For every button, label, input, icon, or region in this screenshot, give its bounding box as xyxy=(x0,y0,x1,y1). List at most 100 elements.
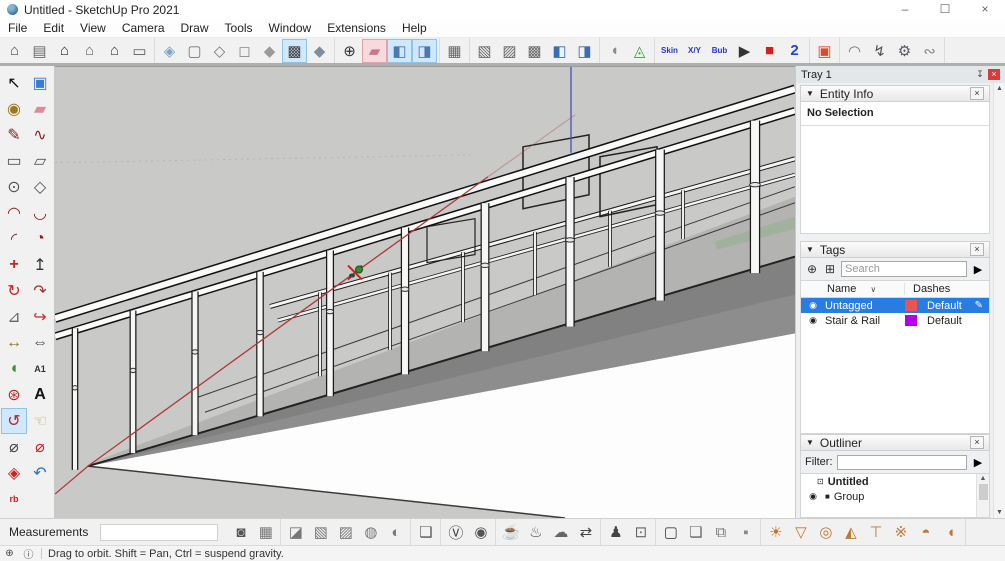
rotate-tool-icon[interactable]: ↻ xyxy=(1,278,27,304)
menu-help[interactable]: Help xyxy=(394,19,435,37)
outliner-close-button[interactable]: × xyxy=(970,436,984,449)
push-pull-tool-icon[interactable]: ↥ xyxy=(27,252,53,278)
red-box-icon[interactable]: ▣ xyxy=(812,39,837,63)
pan-tool-icon[interactable]: ☜ xyxy=(27,408,53,434)
outliner-details-icon[interactable]: ▶ xyxy=(971,456,985,469)
split-square-icon[interactable]: ◪ xyxy=(283,520,308,544)
displacement-cube-icon[interactable]: ▦ xyxy=(253,520,278,544)
menu-window[interactable]: Window xyxy=(261,19,320,37)
tag-row[interactable]: ◉ Stair & Rail Default xyxy=(801,313,989,328)
cube-tool-2-icon[interactable]: ▨ xyxy=(497,39,522,63)
tag-row[interactable]: ◉ Untagged Default ✎ xyxy=(801,298,989,313)
outliner-scrollbar[interactable]: ▲ xyxy=(976,474,989,517)
scroll-up-icon[interactable]: ▲ xyxy=(996,85,1003,92)
monochrome-style-icon[interactable]: ◆ xyxy=(307,39,332,63)
tags-table-header[interactable]: Name ∨ Dashes xyxy=(800,281,990,298)
offset-tool-icon[interactable]: ↪ xyxy=(27,304,53,330)
back-view-icon[interactable]: ⌂ xyxy=(102,39,127,63)
half-sphere-icon[interactable]: ◐ xyxy=(383,520,408,544)
curviloft-icon[interactable]: ◠ xyxy=(842,39,867,63)
component-cube-icon[interactable]: ▦ xyxy=(442,39,467,63)
tape-measure-tool-icon[interactable]: ↔ xyxy=(1,330,27,356)
circle-tool-icon[interactable]: ⊙ xyxy=(1,174,27,200)
outliner-header[interactable]: ▼ Outliner × xyxy=(800,434,990,451)
arc-tool-icon[interactable]: ◠ xyxy=(1,200,27,226)
pie-tool-icon[interactable]: ◔ xyxy=(27,226,53,252)
outliner-item[interactable]: ◉ ■ Group xyxy=(801,489,989,504)
line-tool-icon[interactable]: ✎ xyxy=(1,122,27,148)
vray-asset-editor-icon[interactable]: Ⓥ xyxy=(443,520,468,544)
show-axes-icon[interactable]: ⊕ xyxy=(337,39,362,63)
measurements-input[interactable] xyxy=(100,523,219,541)
ies-light-icon[interactable]: ⊤ xyxy=(863,520,888,544)
play-icon[interactable]: ▶ xyxy=(732,39,757,63)
rb-plugin-tool-icon[interactable]: rb xyxy=(1,486,27,512)
sun-light-icon[interactable]: ☀ xyxy=(763,520,788,544)
section-cuts-icon[interactable]: ◧ xyxy=(387,38,412,63)
tags-close-button[interactable]: × xyxy=(970,243,984,256)
orbit-tool-icon[interactable]: ↺ xyxy=(1,408,27,434)
make-component-tool-icon[interactable]: ▣ xyxy=(27,70,53,96)
point-light-icon[interactable]: ※ xyxy=(888,520,913,544)
axes-tool-icon[interactable]: ⊛ xyxy=(1,382,27,408)
interactive-render-icon[interactable]: ♨ xyxy=(523,520,548,544)
batch-render-icon[interactable]: ♟ xyxy=(603,520,628,544)
zigzag-icon[interactable]: ↯ xyxy=(867,39,892,63)
stop-icon[interactable]: ■ xyxy=(757,39,782,63)
spot-light-icon[interactable]: ▽ xyxy=(788,520,813,544)
bubble-tool-icon[interactable]: Bub xyxy=(707,39,732,63)
tags-column-name[interactable]: Name xyxy=(827,283,856,295)
section-fill-icon[interactable]: ◨ xyxy=(412,38,437,63)
previous-view-tool-icon[interactable]: ↶ xyxy=(27,460,53,486)
shaded-textures-style-icon[interactable]: ▩ xyxy=(282,38,307,63)
zoom-tool-icon[interactable]: ⌀ xyxy=(1,434,27,460)
shell-icon[interactable]: ◖ xyxy=(602,39,627,63)
freehand-tool-icon[interactable]: ∿ xyxy=(27,122,53,148)
close-tray-button[interactable]: × xyxy=(988,69,1000,80)
edit-pencil-icon[interactable]: ✎ xyxy=(975,300,983,311)
menu-edit[interactable]: Edit xyxy=(35,19,72,37)
cube-tool-3-icon[interactable]: ▩ xyxy=(522,39,547,63)
collapse-arrow-icon[interactable]: ▼ xyxy=(806,245,814,254)
cube-tool-5-icon[interactable]: ◨ xyxy=(572,39,597,63)
render-icon[interactable]: ☕ xyxy=(498,520,523,544)
paint-bucket-tool-icon[interactable]: ◉ xyxy=(1,96,27,122)
entity-info-close-button[interactable]: × xyxy=(970,87,984,100)
lock-frame-icon[interactable]: ▪ xyxy=(733,520,758,544)
follow-me-tool-icon[interactable]: ↷ xyxy=(27,278,53,304)
entity-info-header[interactable]: ▼ Entity Info × xyxy=(800,85,990,102)
hidden-line-style-icon[interactable]: ◻ xyxy=(232,39,257,63)
dimension-tool-icon[interactable]: ⇔ xyxy=(27,330,53,356)
menu-tools[interactable]: Tools xyxy=(217,19,261,37)
visible-eye-icon[interactable]: ◉ xyxy=(801,300,825,311)
pin-icon[interactable]: ↧ xyxy=(974,69,986,80)
select-rendered-object-icon[interactable]: ❏ xyxy=(413,520,438,544)
menu-extensions[interactable]: Extensions xyxy=(319,19,394,37)
tag-color-swatch[interactable] xyxy=(905,300,917,311)
tags-column-dashes[interactable]: Dashes xyxy=(905,283,950,295)
vfb-channels-icon[interactable]: ⧉ xyxy=(708,520,733,544)
outliner-filter-input[interactable] xyxy=(836,454,967,470)
xray-style-icon[interactable]: ◈ xyxy=(157,39,182,63)
top-view-icon[interactable]: ▤ xyxy=(27,39,52,63)
resume-render-icon[interactable]: ⇄ xyxy=(573,520,598,544)
texture-cube-2-icon[interactable]: ▨ xyxy=(333,520,358,544)
rotated-rectangle-tool-icon[interactable]: ▱ xyxy=(27,148,53,174)
close-button[interactable]: × xyxy=(965,0,1005,19)
xy-tool-icon[interactable]: X/Y xyxy=(682,39,707,63)
region-render-icon[interactable]: ⊡ xyxy=(628,520,653,544)
dome-light-icon[interactable]: ◓ xyxy=(913,520,938,544)
dotted-sphere-icon[interactable]: ◍ xyxy=(358,520,383,544)
left-view-icon[interactable]: ▭ xyxy=(127,39,152,63)
back-edges-style-icon[interactable]: ▢ xyxy=(182,39,207,63)
scale-tool-icon[interactable]: ⊿ xyxy=(1,304,27,330)
vray-color-picker-icon[interactable]: ◉ xyxy=(468,520,493,544)
tray-title-bar[interactable]: Tray 1 ↧ × xyxy=(796,66,1005,83)
menu-view[interactable]: View xyxy=(72,19,114,37)
shaded-style-icon[interactable]: ◆ xyxy=(257,39,282,63)
texture-cube-1-icon[interactable]: ▧ xyxy=(308,520,333,544)
rectangle-tool-icon[interactable]: ▭ xyxy=(1,148,27,174)
text-tool-icon[interactable]: A1 xyxy=(27,356,53,382)
iso-view-icon[interactable]: ⌂ xyxy=(2,39,27,63)
right-view-icon[interactable]: ⌂ xyxy=(77,39,102,63)
